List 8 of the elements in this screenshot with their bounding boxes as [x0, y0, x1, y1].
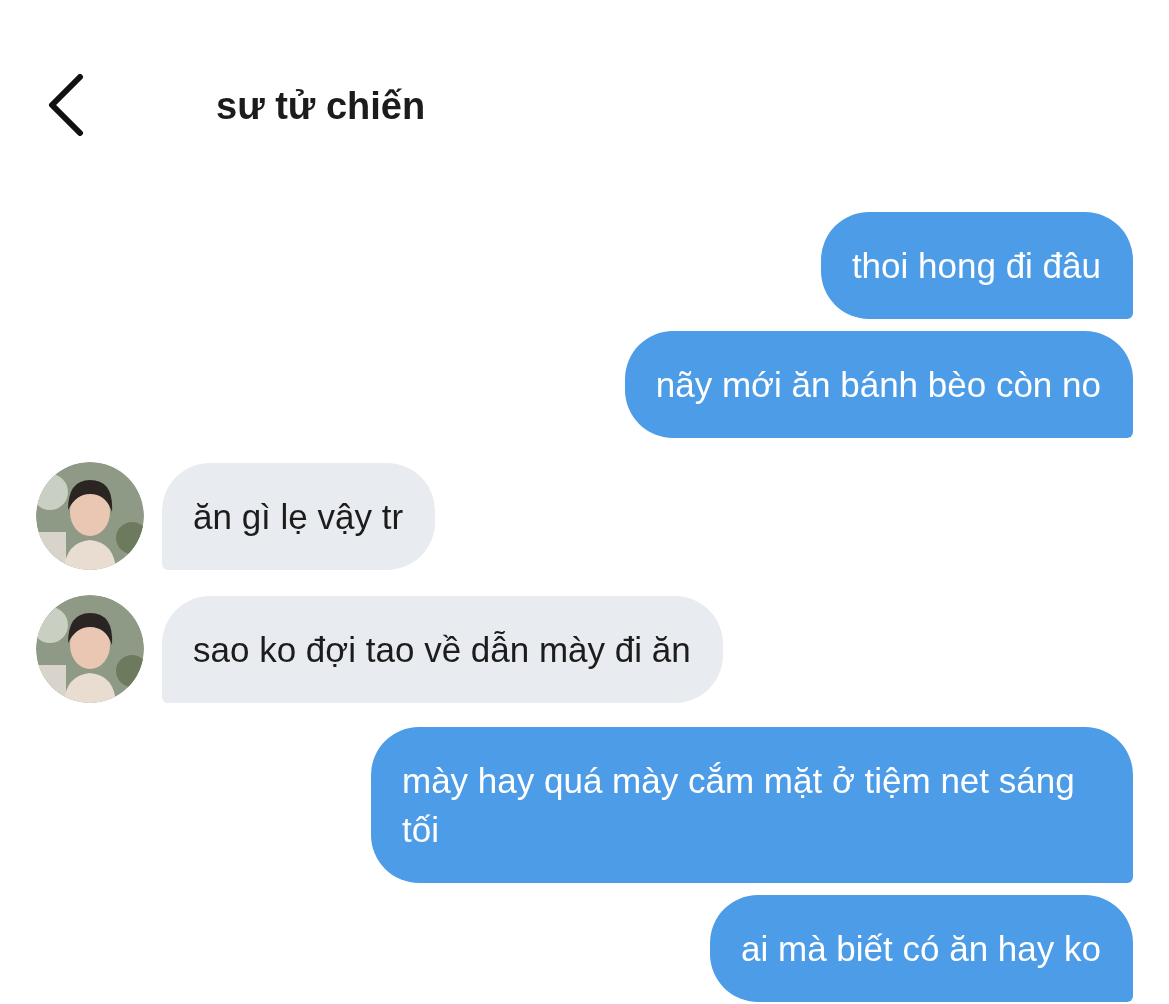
sent-message: ai mà biết có ăn hay ko: [710, 895, 1133, 1002]
chat-title: sư tử chiến: [216, 83, 426, 129]
received-message: sao ko đợi tao về dẫn mày đi ăn: [162, 595, 723, 703]
back-icon: [46, 74, 86, 136]
sent-message: nãy mới ăn bánh bèo còn no: [624, 331, 1133, 438]
received-message: ăn gì lẹ vậy tr: [162, 462, 436, 570]
sent-message: thoi hong đi đâu: [820, 212, 1133, 319]
sent-message: mày hay quá mày cắm mặt ở tiệm net sáng tối: [371, 727, 1133, 883]
